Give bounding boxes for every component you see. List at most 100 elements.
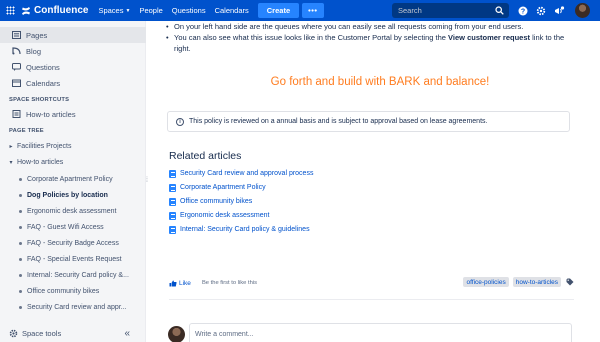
sidebar-item-label: Pages — [26, 30, 48, 40]
info-panel-text: This policy is reviewed on a annual basi… — [189, 118, 488, 125]
chevron-down-icon: ▼ — [125, 7, 131, 14]
chevron-down-icon[interactable]: ▾ — [5, 159, 17, 166]
related-article-label: Ergonomic desk assessment — [180, 212, 270, 219]
questions-icon — [11, 63, 21, 71]
sidebar: Pages Blog Questions Calendars SPACE SHO… — [0, 21, 146, 342]
create-button[interactable]: Create — [257, 3, 300, 18]
document-icon — [169, 211, 176, 220]
sidebar-item-questions[interactable]: Questions — [0, 59, 146, 75]
nav-questions[interactable]: Questions — [172, 6, 206, 15]
space-tools-button[interactable]: Space tools « — [0, 325, 146, 341]
tree-item[interactable]: Internal: Security Card policy &... — [0, 268, 146, 283]
document-icon — [169, 183, 176, 192]
tree-item[interactable]: Ergonomic desk assessment — [0, 204, 146, 219]
tree-item-label: Internal: Security Card policy &... — [27, 272, 129, 279]
label-office-policies[interactable]: office-policies — [463, 277, 509, 287]
tree-item-current[interactable]: Dog Policies by location — [0, 188, 146, 203]
related-article-label: Office community bikes — [180, 198, 253, 205]
notifications-icon[interactable] — [553, 4, 566, 17]
tree-item[interactable]: Security Card review and appr... — [0, 300, 146, 315]
related-article-label: Internal: Security Card policy & guideli… — [180, 226, 310, 233]
chevron-right-icon[interactable]: ▸ — [5, 143, 17, 150]
bullet-icon — [19, 242, 22, 245]
blog-icon — [11, 47, 21, 55]
tree-item-label: Corporate Apartment Policy — [27, 176, 113, 183]
search-input[interactable]: Search — [392, 3, 509, 18]
tree-item-how-to-articles[interactable]: ▾ How-to articles — [0, 155, 146, 170]
comment-input[interactable]: Write a comment... — [189, 323, 572, 342]
space-shortcuts-heading: SPACE SHORTCUTS — [9, 97, 70, 103]
sidebar-resize-handle[interactable]: ⁞ — [146, 177, 148, 184]
nav-calendars[interactable]: Calendars — [215, 6, 249, 15]
nav-people[interactable]: People — [139, 6, 162, 15]
bullet-icon — [19, 290, 22, 293]
nav-calendars-label: Calendars — [214, 6, 249, 15]
top-navigation: Confluence Spaces ▼ People Questions Cale… — [0, 0, 600, 21]
related-article-link[interactable]: Ergonomic desk assessment — [169, 210, 269, 221]
headline: Go forth and build with BARK and balance… — [270, 76, 490, 88]
comment-placeholder: Write a comment... — [195, 331, 254, 338]
bullet-icon — [19, 274, 22, 277]
bullet-icon — [19, 306, 22, 309]
list-item-text: You can also see what this issue looks l… — [174, 33, 449, 42]
related-article-label: Security Card review and approval proces… — [180, 170, 314, 177]
tree-item[interactable]: Corporate Apartment Policy — [0, 172, 146, 187]
page-content: On your left hand side are the queues wh… — [160, 21, 600, 342]
labels: office-policies how-to-articles — [459, 277, 574, 287]
like-button[interactable]: Like — [169, 280, 191, 287]
bullet-icon — [19, 194, 22, 197]
list-item: You can also see what this issue looks l… — [166, 33, 569, 54]
confluence-logo-icon — [22, 6, 30, 15]
nav-people-label: People — [139, 6, 163, 15]
tree-item-label: Facilities Projects — [17, 143, 72, 150]
shortcut-label: How-to articles — [26, 109, 76, 119]
help-icon[interactable]: ? — [516, 4, 529, 17]
related-article-link[interactable]: Corporate Apartment Policy — [169, 182, 266, 193]
more-button[interactable]: ••• — [302, 3, 324, 18]
info-panel: i This policy is reviewed on a annual ba… — [167, 111, 570, 132]
tree-item-facilities-projects[interactable]: ▸ Facilities Projects — [0, 139, 146, 154]
space-tools-label: Space tools — [22, 328, 62, 338]
sidebar-item-calendars[interactable]: Calendars — [0, 75, 146, 91]
collapse-sidebar-icon[interactable]: « — [124, 328, 130, 339]
tree-item[interactable]: FAQ - Special Events Request — [0, 252, 146, 267]
tree-item[interactable]: Office community bikes — [0, 284, 146, 299]
related-article-link[interactable]: Internal: Security Card policy & guideli… — [169, 224, 310, 235]
nav-spaces-label: Spaces — [98, 6, 124, 15]
shortcut-how-to-articles[interactable]: How-to articles — [0, 106, 146, 122]
sidebar-item-label: Blog — [26, 46, 42, 56]
info-icon: i — [176, 117, 184, 126]
related-articles-heading: Related articles — [169, 150, 242, 162]
tree-item[interactable]: FAQ - Security Badge Access — [0, 236, 146, 251]
related-article-label: Corporate Apartment Policy — [180, 184, 266, 191]
tree-item[interactable]: FAQ - Guest Wifi Access — [0, 220, 146, 235]
bullet-icon — [19, 210, 22, 213]
like-note: Be the first to like this — [201, 280, 258, 286]
app-name: Confluence — [34, 5, 89, 16]
tree-item-label: How-to articles — [17, 159, 64, 166]
tree-item-label: FAQ - Special Events Request — [27, 256, 122, 263]
related-article-link[interactable]: Security Card review and approval proces… — [169, 168, 313, 179]
nav-spaces[interactable]: Spaces ▼ — [98, 6, 130, 15]
list-item: On your left hand side are the queues wh… — [166, 22, 569, 33]
settings-icon[interactable] — [534, 4, 547, 17]
bullet-icon — [19, 178, 22, 181]
user-avatar[interactable] — [575, 3, 590, 18]
view-customer-request-link[interactable]: View customer request — [448, 33, 530, 42]
tree-item-label: FAQ - Guest Wifi Access — [27, 224, 104, 231]
bullet-icon — [19, 258, 22, 261]
related-article-link[interactable]: Office community bikes — [169, 196, 252, 207]
sidebar-item-blog[interactable]: Blog — [0, 43, 146, 59]
like-bar: Like Be the first to like this office-po… — [169, 277, 574, 289]
tree-item-label: Office community bikes — [27, 288, 100, 295]
app-switcher-icon[interactable] — [0, 0, 21, 21]
tree-item-label: FAQ - Security Badge Access — [27, 240, 119, 247]
document-icon — [169, 225, 176, 234]
label-how-to-articles[interactable]: how-to-articles — [512, 277, 561, 287]
bullet-icon — [19, 226, 22, 229]
tree-item-label: Dog Policies by location — [27, 192, 108, 199]
sidebar-item-pages[interactable]: Pages — [0, 27, 146, 43]
confluence-logo[interactable]: Confluence — [21, 5, 88, 16]
tag-icon[interactable] — [566, 278, 574, 286]
svg-text:?: ? — [520, 8, 524, 15]
